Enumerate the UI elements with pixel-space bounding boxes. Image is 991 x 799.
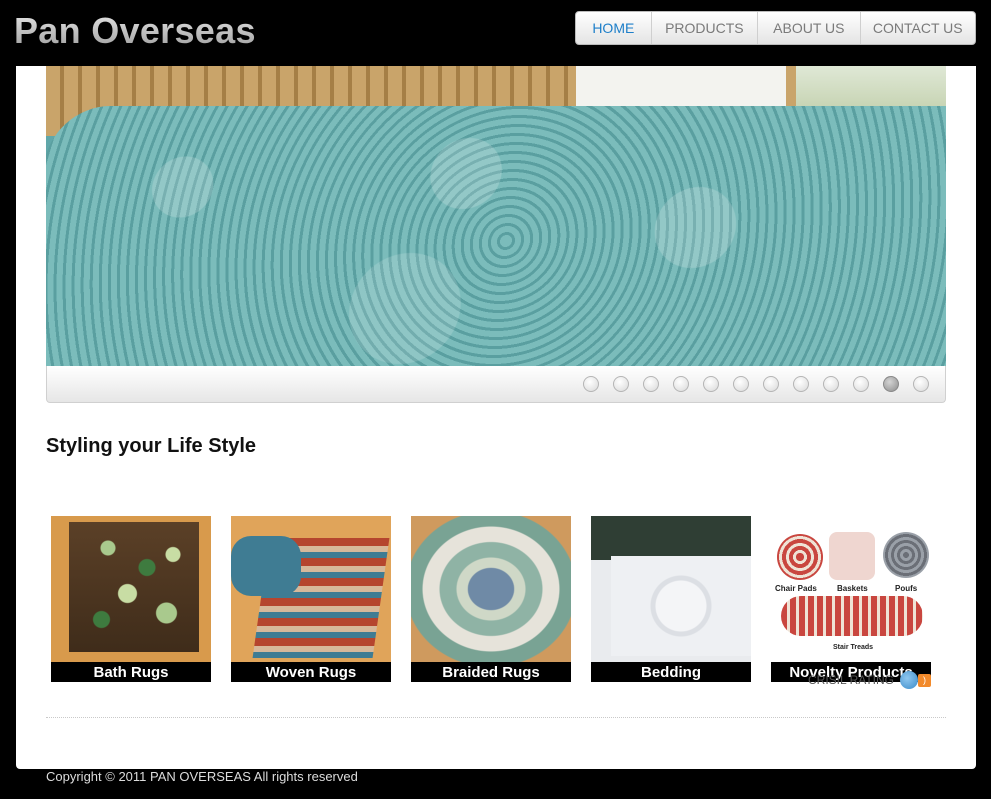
product-label: Bedding (591, 662, 751, 682)
slider-dot-11[interactable] (883, 376, 899, 392)
nav-about-us[interactable]: ABOUT US (758, 12, 861, 44)
slider-dots (583, 376, 929, 392)
slider-dot-9[interactable] (823, 376, 839, 392)
crisil-logo-icon (900, 671, 919, 689)
nav-home[interactable]: HOME (576, 12, 652, 44)
rss-icon[interactable]: ) (918, 674, 931, 687)
nav-products[interactable]: PRODUCTS (652, 12, 759, 44)
product-braided-rugs[interactable]: Braided Rugs (411, 516, 571, 682)
product-label: Braided Rugs (411, 662, 571, 682)
copyright-text: Copyright © 2011 PAN OVERSEAS All rights… (46, 769, 358, 784)
footer-divider (46, 717, 946, 718)
site-logo[interactable]: Pan Overseas (14, 10, 256, 52)
slider-dot-1[interactable] (583, 376, 599, 392)
bedding-image (591, 516, 751, 662)
woven-rugs-image (231, 516, 391, 662)
crisil-rating-label: CRISIL RATING (808, 673, 895, 687)
product-categories: Bath Rugs Woven Rugs Braided Rugs Beddin… (51, 516, 931, 682)
product-novelty-products[interactable]: Chair Pads Baskets Poufs Stair Treads No… (771, 516, 931, 682)
braided-rugs-image (411, 516, 571, 662)
slider-dot-4[interactable] (673, 376, 689, 392)
nav-contact-us[interactable]: CONTACT US (861, 12, 975, 44)
novelty-sublabel: Poufs (895, 584, 918, 593)
hero-bedspread (46, 106, 946, 366)
product-bath-rugs[interactable]: Bath Rugs (51, 516, 211, 682)
slider-dot-12[interactable] (913, 376, 929, 392)
bath-rugs-image (51, 516, 211, 662)
content-panel: Styling your Life Style Bath Rugs Woven … (16, 66, 976, 769)
slider-dot-7[interactable] (763, 376, 779, 392)
product-label: Bath Rugs (51, 662, 211, 682)
product-woven-rugs[interactable]: Woven Rugs (231, 516, 391, 682)
novelty-sublabel: Chair Pads (775, 584, 817, 593)
product-bedding[interactable]: Bedding (591, 516, 751, 682)
slider-pagination-bar (46, 366, 946, 403)
hero-slide-image[interactable] (46, 66, 946, 366)
page-tagline: Styling your Life Style (46, 435, 257, 457)
main-nav: HOME PRODUCTS ABOUT US CONTACT US (575, 11, 976, 45)
slider-dot-2[interactable] (613, 376, 629, 392)
novelty-sublabel: Stair Treads (833, 644, 874, 651)
slider-dot-10[interactable] (853, 376, 869, 392)
slider-dot-8[interactable] (793, 376, 809, 392)
slider-dot-5[interactable] (703, 376, 719, 392)
slider-dot-3[interactable] (643, 376, 659, 392)
novelty-sublabel: Baskets (837, 584, 868, 593)
product-label: Woven Rugs (231, 662, 391, 682)
slider-dot-6[interactable] (733, 376, 749, 392)
novelty-products-image: Chair Pads Baskets Poufs Stair Treads (771, 516, 931, 662)
crisil-rating-link[interactable]: CRISIL RATING (808, 671, 919, 689)
